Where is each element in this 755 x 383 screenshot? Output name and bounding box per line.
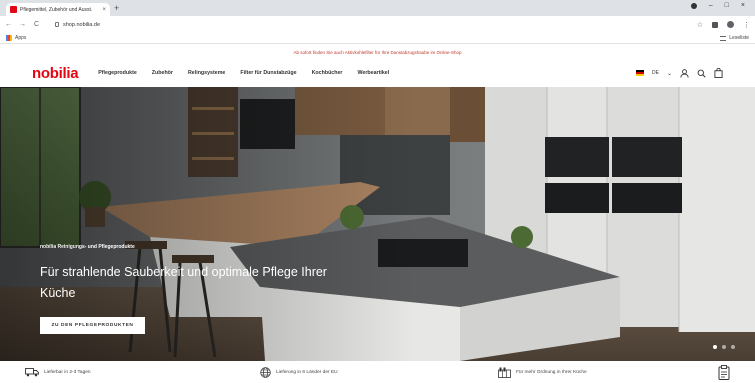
usp-bar: Lieferbar in 2-3 Tagen Lieferung in 6 Lä… [0,361,755,383]
minimize-button[interactable]: – [709,2,713,9]
browser-account-icon[interactable] [690,2,697,9]
hero-banner[interactable]: nobilia Reinigungs- und Pflegeprodukte F… [0,87,755,361]
globe-icon [260,366,271,378]
url-text: shop.nobilia.de [63,21,101,28]
usp-organization: Für mehr Ordnung in Ihrer Küche [498,367,718,378]
apps-grid-icon [6,35,12,41]
address-bar[interactable]: shop.nobilia.de [51,19,686,30]
carousel-dot[interactable] [713,345,717,349]
promo-bar: Ab sofort finden Sie auch Aktivkohlefilt… [0,45,755,59]
hero-cta-button[interactable]: ZU DEN PFLEGEPRODUKTEN [40,317,145,334]
cart-bag-icon[interactable] [714,68,723,78]
nav-item-kochbuecher[interactable]: Kochbücher [312,70,343,76]
back-button[interactable]: ← [5,21,12,28]
main-navigation: Pflegeprodukte Zubehör Relingsysteme Fil… [98,70,389,76]
nobilia-logo[interactable]: nobilia [32,65,79,82]
hero-title: Für strahlende Sauberkeit und optimale P… [40,265,327,300]
forward-button[interactable]: → [19,21,26,28]
new-tab-button[interactable]: + [114,3,119,13]
star-icon[interactable]: ☆ [697,21,703,29]
promo-text[interactable]: Ab sofort finden Sie auch Aktivkohlefilt… [293,50,461,55]
bookmarks-bar: Apps Leseliste [0,33,755,44]
tab-close-icon[interactable]: × [102,7,106,13]
tab-title: Pflegemittel, Zubehör und Ausst. [20,6,93,13]
close-window-button[interactable]: × [741,2,745,9]
nav-item-werbeartikel[interactable]: Werbeartikel [358,70,390,76]
toolbar-icons: ☆ ⋮ [697,21,750,29]
nav-item-zubehoer[interactable]: Zubehör [152,70,173,76]
reading-list[interactable]: Leseliste [720,35,749,41]
site-header: nobilia Pflegeprodukte Zubehör Relingsys… [0,59,755,87]
window-controls: – □ × [690,2,745,9]
maximize-button[interactable]: □ [725,2,729,9]
bookmark-apps[interactable]: Apps [6,35,26,41]
browser-menu-icon[interactable]: ⋮ [743,21,750,29]
browser-tabstrip: Pflegemittel, Zubehör und Ausst. × + – □… [0,0,755,16]
hero-eyebrow: nobilia Reinigungs- und Pflegeprodukte [40,244,135,250]
lock-icon [55,22,59,27]
clipboard-icon[interactable] [718,364,730,380]
usp-label: Lieferung in 6 Länder der EU [276,369,338,375]
usp-countries: Lieferung in 6 Länder der EU [260,366,498,378]
profile-avatar-icon[interactable] [727,21,734,28]
browser-tab[interactable]: Pflegemittel, Zubehör und Ausst. × [6,3,110,16]
browser-toolbar: ← → C shop.nobilia.de ☆ ⋮ [0,16,755,33]
nav-item-pflegeprodukte[interactable]: Pflegeprodukte [98,70,137,76]
reload-button[interactable]: C [33,21,40,28]
nav-item-relingsysteme[interactable]: Relingsysteme [188,70,225,76]
carousel-dot[interactable] [722,345,726,349]
bookmark-apps-label: Apps [15,35,27,41]
carousel-dot[interactable] [731,345,735,349]
german-flag-icon[interactable] [636,70,645,76]
favicon-icon [10,6,17,13]
user-icon[interactable] [680,68,689,78]
reading-list-label: Leseliste [729,35,749,41]
extensions-icon[interactable] [712,21,718,28]
usp-label: Für mehr Ordnung in Ihrer Küche [516,369,587,375]
chevron-down-icon[interactable]: ⌄ [667,70,672,77]
usp-label: Lieferbar in 2-3 Tagen [44,369,91,375]
reading-list-icon [720,35,727,41]
nav-item-filter[interactable]: Filter für Dunstabzüge [240,70,296,76]
header-icons: DE ⌄ [636,68,723,78]
language-selector[interactable]: DE [652,70,659,76]
carousel-dots [713,345,735,349]
search-icon[interactable] [697,69,706,78]
usp-delivery-time: Lieferbar in 2-3 Tagen [25,367,260,377]
organizer-icon [498,367,511,378]
truck-icon [25,368,39,377]
